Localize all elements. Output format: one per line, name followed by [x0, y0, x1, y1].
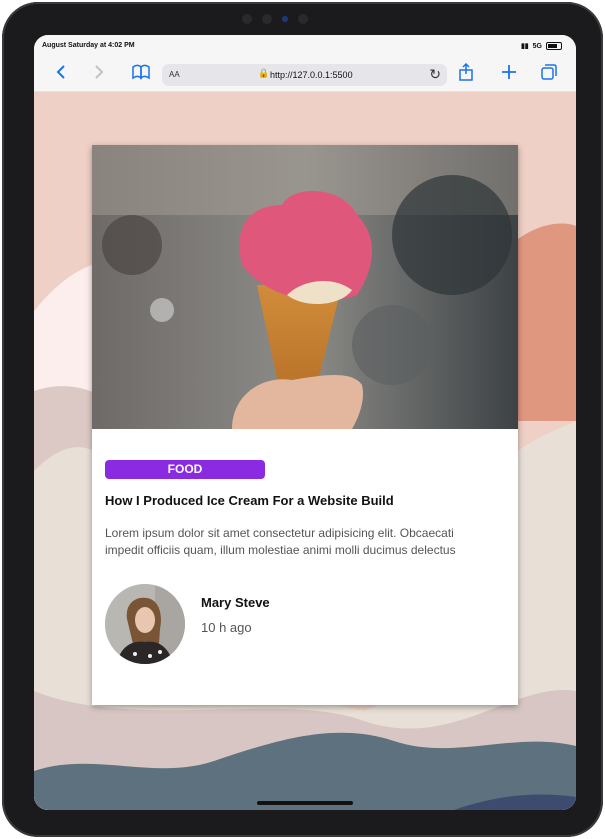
avatar[interactable]: [105, 584, 185, 664]
post-title[interactable]: How I Produced Ice Cream For a Website B…: [105, 493, 394, 508]
signal-icon: ▮▮: [520, 43, 529, 50]
chevron-right-icon[interactable]: [92, 63, 106, 81]
camera-bar: [242, 14, 308, 26]
screen: August Saturday at 4:02 PM ▮▮ 5G AA 🔒 ht…: [34, 35, 576, 810]
tablet-frame: August Saturday at 4:02 PM ▮▮ 5G AA 🔒 ht…: [2, 2, 603, 837]
browser-toolbar: August Saturday at 4:02 PM ▮▮ 5G AA 🔒 ht…: [34, 35, 576, 92]
category-badge[interactable]: FOOD: [105, 460, 265, 479]
status-time: August Saturday at 4:02 PM: [42, 42, 135, 49]
camera-dot: [262, 14, 272, 24]
lock-icon: 🔒: [258, 68, 270, 78]
battery-icon: [546, 42, 562, 50]
camera-lens: [282, 16, 288, 22]
ice-cream-photo: [92, 145, 518, 429]
address-bar[interactable]: AA 🔒 http://127.0.0.1:5500 ↻: [162, 64, 447, 86]
home-indicator[interactable]: [257, 801, 353, 805]
status-icons: ▮▮ 5G: [521, 42, 562, 50]
description-line: impedit officiis quam, illum molestiae a…: [105, 543, 456, 557]
post-description: Lorem ipsum dolor sit amet consectetur a…: [105, 525, 505, 559]
reader-button[interactable]: AA: [169, 70, 180, 79]
chevron-left-icon[interactable]: [54, 63, 68, 81]
network-label: 5G: [532, 42, 542, 50]
camera-dot: [298, 14, 308, 24]
url-text[interactable]: http://127.0.0.1:5500: [270, 70, 353, 80]
tabs-icon[interactable]: [541, 63, 557, 81]
author-name[interactable]: Mary Steve: [201, 595, 270, 610]
share-icon[interactable]: [458, 63, 474, 81]
book-icon[interactable]: [132, 63, 150, 81]
camera-dot: [242, 14, 252, 24]
blog-card[interactable]: FOOD How I Produced Ice Cream For a Webs…: [92, 145, 518, 705]
description-line: Lorem ipsum dolor sit amet consectetur a…: [105, 526, 454, 540]
plus-icon[interactable]: [501, 63, 517, 81]
post-time: 10 h ago: [201, 620, 252, 635]
reload-icon[interactable]: ↻: [429, 66, 441, 83]
